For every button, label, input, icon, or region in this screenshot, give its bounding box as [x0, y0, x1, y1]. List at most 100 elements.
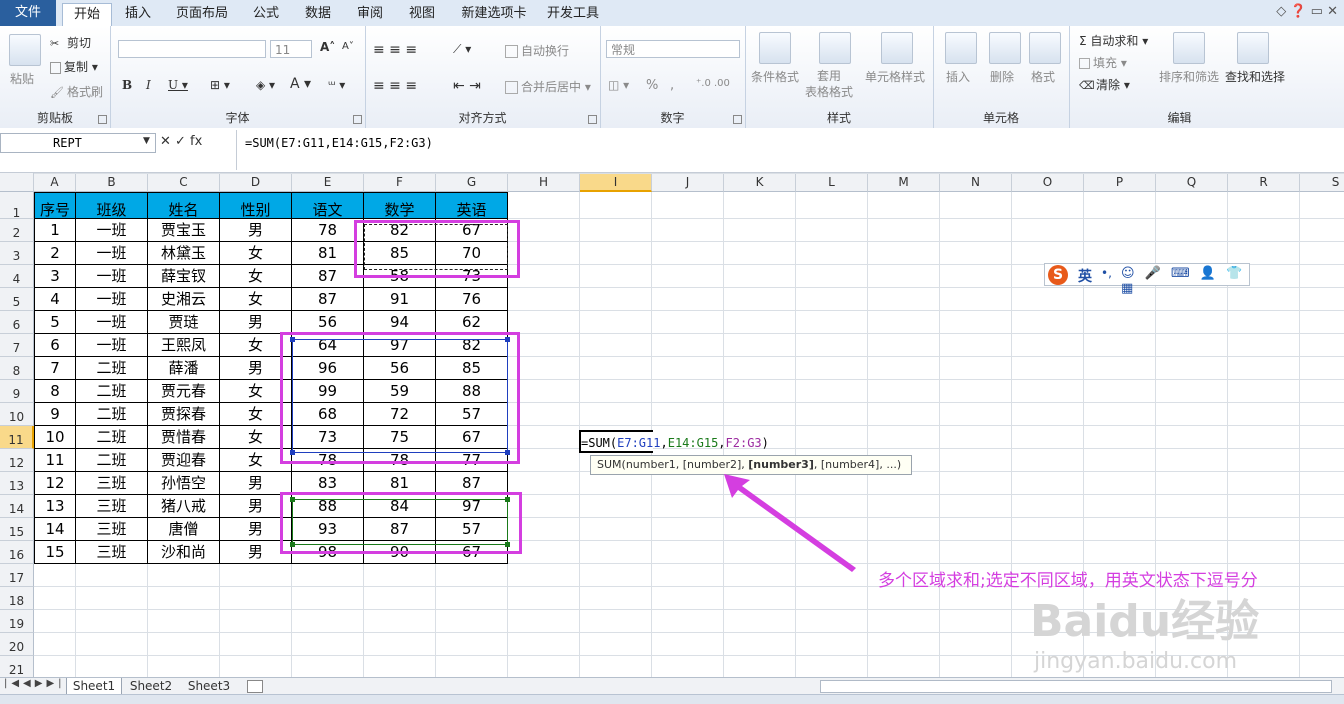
table-cell[interactable]: 6 — [34, 334, 76, 357]
decimal-icon[interactable]: ⁺.0 .00 — [696, 78, 730, 89]
table-cell[interactable]: 三班 — [76, 518, 148, 541]
row-header[interactable]: 11 — [0, 426, 34, 449]
ref-handle[interactable] — [290, 337, 295, 342]
font-name-combo[interactable] — [118, 40, 266, 58]
formula-input[interactable]: =SUM(E7:G11,E14:G15,F2:G3) — [236, 130, 1336, 170]
column-header[interactable]: H — [508, 173, 580, 192]
namebox-dropdown-icon[interactable]: ▼ — [143, 136, 150, 146]
table-cell[interactable]: 唐僧 — [148, 518, 220, 541]
row-header[interactable]: 10 — [0, 403, 34, 426]
table-header-cell[interactable]: 姓名 — [148, 192, 220, 219]
ime-lang-toggle[interactable]: 英 — [1078, 266, 1092, 286]
new-sheet-icon[interactable] — [247, 680, 263, 693]
column-header[interactable]: M — [868, 173, 940, 192]
column-header[interactable]: K — [724, 173, 796, 192]
table-cell[interactable]: 男 — [220, 311, 292, 334]
column-header[interactable]: C — [148, 173, 220, 192]
table-cell[interactable]: 一班 — [76, 265, 148, 288]
row-header[interactable]: 7 — [0, 334, 34, 357]
tab-page-layout[interactable]: 页面布局 — [170, 3, 234, 26]
column-header[interactable]: Q — [1156, 173, 1228, 192]
table-cell[interactable]: 10 — [34, 426, 76, 449]
underline-button[interactable]: U ▾ — [168, 78, 188, 92]
fill-button[interactable]: 填充 ▾ — [1079, 54, 1127, 71]
align-top-icon[interactable]: ≡ ≡ ≡ — [373, 42, 417, 58]
find-select-button[interactable]: 查找和选择 — [1225, 68, 1285, 85]
table-cell[interactable]: 女 — [220, 265, 292, 288]
table-cell[interactable]: 男 — [220, 219, 292, 242]
column-header[interactable]: F — [364, 173, 436, 192]
merge-center-button[interactable]: 合并后居中 ▾ — [505, 78, 591, 95]
row-header[interactable]: 19 — [0, 610, 34, 633]
table-cell[interactable]: 史湘云 — [148, 288, 220, 311]
table-format-button[interactable]: 套用 表格格式 — [805, 68, 853, 100]
table-cell[interactable]: 贾宝玉 — [148, 219, 220, 242]
column-header[interactable]: E — [292, 173, 364, 192]
row-header[interactable]: 14 — [0, 495, 34, 518]
ref-handle[interactable] — [505, 542, 510, 547]
row-header[interactable]: 3 — [0, 242, 34, 265]
table-cell[interactable]: 12 — [34, 472, 76, 495]
row-header[interactable]: 8 — [0, 357, 34, 380]
percent-button[interactable]: % — [646, 78, 658, 93]
tab-file[interactable]: 文件 — [0, 0, 56, 26]
table-cell[interactable]: 15 — [34, 541, 76, 564]
column-header[interactable]: O — [1012, 173, 1084, 192]
bold-button[interactable]: B — [122, 78, 132, 92]
table-cell[interactable]: 二班 — [76, 449, 148, 472]
ref-handle[interactable] — [505, 450, 510, 455]
conditional-format-button[interactable]: 条件格式 — [751, 68, 799, 85]
number-launcher-icon[interactable] — [733, 115, 742, 124]
row-header[interactable]: 17 — [0, 564, 34, 587]
row-header[interactable]: 20 — [0, 633, 34, 656]
table-cell[interactable]: 62 — [436, 311, 508, 334]
column-header[interactable]: G — [436, 173, 508, 192]
row-header[interactable]: 21 — [0, 656, 34, 679]
row-header[interactable]: 6 — [0, 311, 34, 334]
column-header[interactable]: L — [796, 173, 868, 192]
table-cell[interactable]: 孙悟空 — [148, 472, 220, 495]
select-all-corner[interactable] — [0, 173, 34, 192]
table-cell[interactable]: 贾惜春 — [148, 426, 220, 449]
tab-developer[interactable]: 开发工具 — [542, 3, 604, 26]
align-left-icon[interactable]: ≡ ≡ ≡ — [373, 78, 417, 94]
table-cell[interactable]: 1 — [34, 219, 76, 242]
table-cell[interactable]: 13 — [34, 495, 76, 518]
ref-handle[interactable] — [505, 497, 510, 502]
row-header[interactable]: 15 — [0, 518, 34, 541]
table-cell[interactable]: 三班 — [76, 495, 148, 518]
formula-buttons[interactable]: ✕ ✓ fx — [160, 134, 202, 149]
cell-styles-button[interactable]: 单元格样式 — [865, 68, 925, 85]
number-format-combo[interactable]: 常规 — [606, 40, 740, 58]
shrink-font-button[interactable]: A˅ — [342, 41, 354, 52]
column-header[interactable]: P — [1084, 173, 1156, 192]
sort-filter-button[interactable]: 排序和筛选 — [1159, 68, 1219, 85]
table-cell[interactable]: 14 — [34, 518, 76, 541]
ref-handle[interactable] — [290, 497, 295, 502]
table-cell[interactable]: 7 — [34, 357, 76, 380]
table-cell[interactable]: 贾迎春 — [148, 449, 220, 472]
table-cell[interactable]: 94 — [364, 311, 436, 334]
insert-cells-button[interactable]: 插入 — [946, 68, 970, 85]
table-cell[interactable]: 3 — [34, 265, 76, 288]
row-header[interactable]: 1 — [0, 192, 34, 220]
format-cells-button[interactable]: 格式 — [1031, 68, 1055, 85]
column-header[interactable]: N — [940, 173, 1012, 192]
cell-edit-text[interactable]: =SUM(E7:G11,E14:G15,F2:G3) — [581, 436, 769, 450]
orientation-icon[interactable]: ⟋ ▾ — [453, 42, 471, 57]
table-cell[interactable]: 91 — [364, 288, 436, 311]
table-cell[interactable]: 三班 — [76, 541, 148, 564]
tab-formulas[interactable]: 公式 — [244, 3, 288, 26]
column-header[interactable]: R — [1228, 173, 1300, 192]
delete-cells-button[interactable]: 删除 — [990, 68, 1014, 85]
clipboard-launcher-icon[interactable] — [98, 115, 107, 124]
table-header-cell[interactable]: 数学 — [364, 192, 436, 219]
tab-data[interactable]: 数据 — [296, 3, 340, 26]
cut-button[interactable]: ✂ 剪切 — [50, 34, 91, 51]
sheet-tab-3[interactable]: Sheet3 — [182, 678, 236, 694]
window-controls[interactable]: ◇ ❓ ▭ ✕ — [1276, 4, 1338, 19]
table-cell[interactable]: 76 — [436, 288, 508, 311]
table-header-cell[interactable]: 英语 — [436, 192, 508, 219]
table-cell[interactable]: 9 — [34, 403, 76, 426]
row-header[interactable]: 4 — [0, 265, 34, 288]
